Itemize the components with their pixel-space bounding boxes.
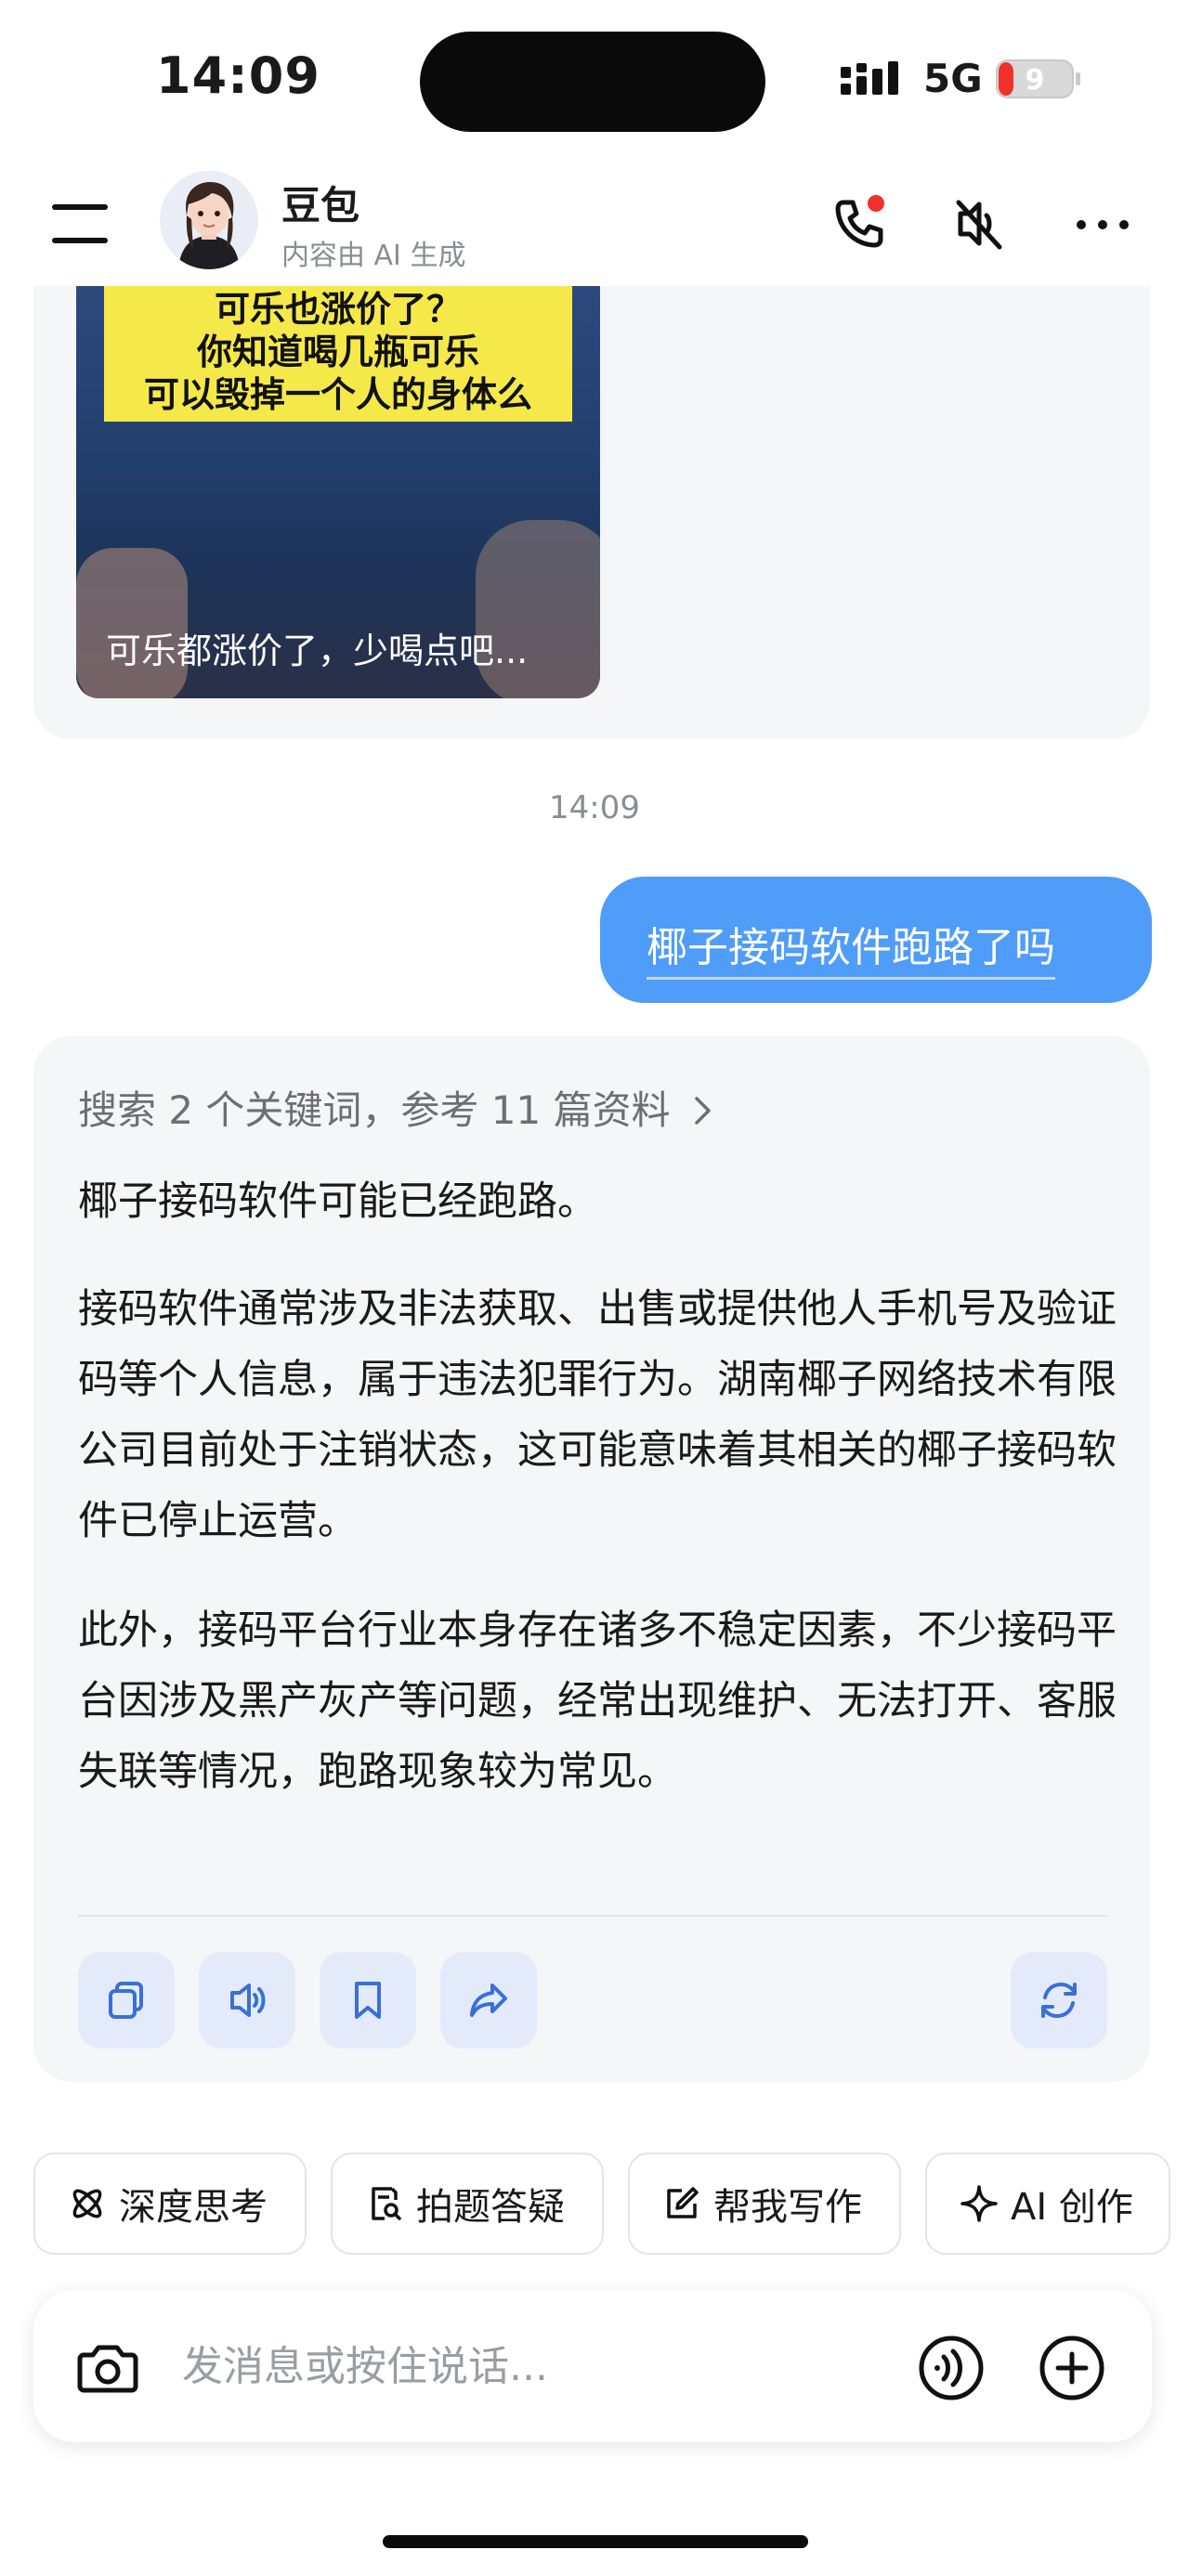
user-message-bubble[interactable]: 椰子接码软件跑路了吗 <box>600 877 1152 1003</box>
speaker-icon <box>230 1984 266 2017</box>
dynamic-island <box>420 32 765 132</box>
chip-label: 深度思考 <box>119 2186 268 2229</box>
bot-name: 豆包 <box>281 183 360 228</box>
ai-disclaimer: 内容由 AI 生成 <box>281 240 466 272</box>
menu-button[interactable] <box>52 204 111 243</box>
chip-label: AI 创作 <box>1011 2186 1133 2229</box>
reply-paragraph: 椰子接码软件可能已经跑路。 <box>78 1178 597 1225</box>
copy-icon <box>109 1982 143 2019</box>
avatar[interactable] <box>160 171 258 269</box>
reply-paragraph: 接码软件通常涉及非法获取、出售或提供他人手机号及验证码等个人信息，属于违法犯罪行… <box>78 1286 1117 1544</box>
video-overlay-title: 可乐也涨价了？ 你知道喝几瓶可乐 可以毁掉一个人的身体么 <box>104 284 572 422</box>
add-attachment-icon[interactable] <box>1035 2331 1109 2405</box>
message-input[interactable] <box>182 2338 888 2394</box>
battery-level: 9 <box>1026 64 1045 97</box>
chat-header: 豆包 内容由 AI 生成 <box>0 158 1189 286</box>
video-overlay-line: 可乐也涨价了？ <box>214 289 462 330</box>
chip-deep-thinking[interactable]: 深度思考 <box>33 2153 307 2255</box>
avatar-illustration <box>160 171 258 269</box>
video-overlay-line: 你知道喝几瓶可乐 <box>196 332 479 372</box>
atom-icon <box>72 2189 102 2218</box>
read-aloud-button[interactable] <box>199 1952 295 2049</box>
share-button[interactable] <box>440 1952 537 2049</box>
home-indicator[interactable] <box>383 2535 808 2548</box>
chip-writing[interactable]: 帮我写作 <box>628 2153 901 2255</box>
ai-reply-card: 搜索 2 个关键词，参考 11 篇资料 椰子接码软件可能已经跑路。 接码软件通常… <box>33 1036 1150 2082</box>
search-sources-text: 搜索 2 个关键词，参考 11 篇资料 <box>78 1087 671 1133</box>
regenerate-icon <box>1041 1982 1077 2019</box>
divider <box>78 1915 1107 1917</box>
copy-button[interactable] <box>78 1952 175 2049</box>
video-overlay-line: 可以毁掉一个人的身体么 <box>143 374 532 415</box>
chip-label: 帮我写作 <box>713 2186 862 2229</box>
network-label: 5G <box>923 56 983 101</box>
chevron-right-icon <box>695 1097 711 1125</box>
signal-icon <box>841 61 898 95</box>
chat-screen: 14:09 5G 9 豆包 内容由 AI 生成 可乐也涨价了？ 你知道喝几瓶可乐… <box>0 0 1189 2576</box>
regenerate-button[interactable] <box>1011 1952 1107 2049</box>
more-options-icon[interactable] <box>1070 191 1135 256</box>
reply-paragraph: 此外，接码平台行业本身存在诸多不稳定因素，不少接码平台因涉及黑产灰产等问题，经常… <box>78 1607 1117 1795</box>
video-card[interactable]: 可乐也涨价了？ 你知道喝几瓶可乐 可以毁掉一个人的身体么 可乐都涨价了，少喝点吧… <box>76 279 600 698</box>
chip-ai-create[interactable]: AI 创作 <box>925 2153 1170 2255</box>
message-timestamp: 14:09 <box>549 789 640 826</box>
scan-doc-icon <box>372 2187 401 2220</box>
bookmark-button[interactable] <box>320 1952 416 2049</box>
edit-icon <box>667 2187 699 2218</box>
status-time: 14:09 <box>156 46 320 105</box>
chip-label: 拍题答疑 <box>416 2186 565 2229</box>
battery-icon: 9 <box>996 59 1080 98</box>
camera-icon[interactable] <box>71 2331 145 2405</box>
video-caption: 可乐都涨价了，少喝点吧... <box>106 631 529 671</box>
voice-input-icon[interactable] <box>914 2331 988 2405</box>
chip-photo-question[interactable]: 拍题答疑 <box>331 2153 604 2255</box>
message-composer <box>33 2290 1152 2442</box>
user-message-text: 椰子接码软件跑路了吗 <box>647 914 1055 980</box>
sparkle-icon <box>960 2185 998 2222</box>
search-sources-link[interactable]: 搜索 2 个关键词，参考 11 篇资料 <box>78 1079 714 1136</box>
phone-call-icon[interactable] <box>827 191 892 256</box>
bookmark-icon <box>355 1982 381 2019</box>
status-bar: 14:09 5G 9 <box>0 0 1189 158</box>
share-icon <box>470 1984 507 2017</box>
mute-speaker-icon[interactable] <box>946 191 1011 256</box>
